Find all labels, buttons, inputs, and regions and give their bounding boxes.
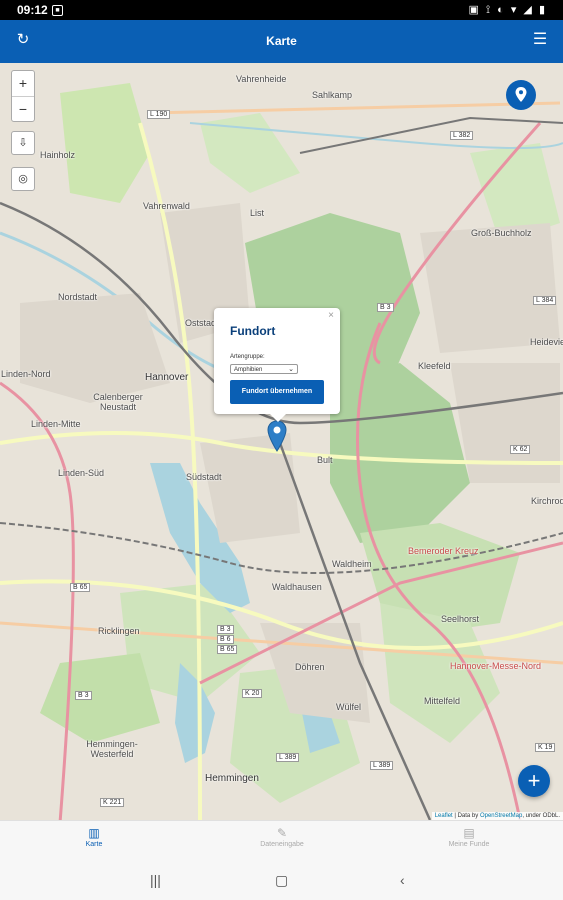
road-badge: L 389: [370, 761, 394, 770]
map-label: Vahrenheide: [236, 74, 287, 84]
back-icon[interactable]: ‹: [400, 872, 405, 888]
system-navigation-bar: ||| ▢ ‹: [0, 864, 563, 900]
nav-item-karte[interactable]: ▥ Karte: [34, 825, 154, 848]
map-label: Kleefeld: [418, 361, 451, 371]
road-badge: B 6: [217, 635, 234, 644]
map-label: Bult: [317, 455, 333, 465]
road-badge: B 65: [70, 583, 91, 592]
road-badge: L 389: [276, 753, 300, 762]
map-label: Seelhorst: [441, 614, 480, 624]
osm-link[interactable]: OpenStreetMap: [480, 813, 522, 819]
nav-item-meine-funde[interactable]: ▤ Meine Funde: [409, 825, 529, 848]
chevron-down-icon: ⌄: [288, 366, 294, 373]
app-bar: ↻ Karte ☰: [0, 20, 563, 63]
status-bar: 09:12 ■ ▣ ⟟ ◐ ▾ ◢ ▮: [0, 0, 563, 20]
road-badge: B 3: [377, 303, 394, 312]
road-badge: B 65: [217, 645, 238, 654]
zoom-control: + −: [11, 70, 35, 122]
add-button[interactable]: +: [518, 765, 550, 797]
nav-label: Karte: [85, 841, 103, 848]
map-label: List: [250, 208, 265, 218]
road-badge: K 62: [510, 445, 531, 454]
road-badge: K 19: [535, 743, 556, 752]
map-label: Ricklingen: [98, 626, 140, 636]
map-icon: ▥: [88, 826, 100, 840]
map-label: Hannover-Messe-Nord: [450, 661, 542, 671]
species-group-select[interactable]: Amphibien ⌄: [230, 364, 298, 374]
bottom-navigation: ▥ Karte ✎ Dateneingabe ▤ Meine Funde: [0, 820, 563, 865]
recents-icon[interactable]: |||: [150, 872, 161, 888]
map-label: Waldhausen: [272, 582, 322, 592]
nav-label: Dateneingabe: [260, 841, 304, 848]
download-icon: ⇩: [18, 137, 28, 149]
attribution-text: | Data by: [452, 813, 480, 819]
map-label: Calenberger Neustadt: [93, 392, 143, 412]
map-label: Linden-Süd: [58, 468, 105, 478]
road-badge: L 384: [533, 296, 557, 305]
zoom-out-button[interactable]: −: [12, 97, 34, 122]
map-label: Wülfel: [336, 702, 362, 712]
road-badge: K 221: [100, 798, 125, 807]
home-icon[interactable]: ▢: [275, 872, 288, 889]
nav-item-dateneingabe[interactable]: ✎ Dateneingabe: [222, 825, 342, 848]
map-label: Döhren: [295, 662, 325, 672]
locate-button[interactable]: ◎: [11, 167, 35, 191]
map-label: Groß-Buchholz: [471, 228, 532, 238]
road-badge: B 3: [75, 691, 92, 700]
road-badge: B 3: [217, 625, 234, 634]
draw-marker-button[interactable]: ⇩: [11, 131, 35, 155]
map-label: Waldheim: [332, 559, 372, 569]
map-label: Heideviertel: [530, 337, 563, 347]
species-group-value: Amphibien: [234, 367, 263, 373]
license-text: , under ODbL.: [522, 813, 560, 819]
map-label: Mittelfeld: [424, 696, 461, 706]
confirm-location-button[interactable]: Fundort übernehmen: [230, 380, 324, 404]
map-marker-icon[interactable]: [266, 420, 288, 452]
map-label: Hemmingen-Westerfeld: [86, 739, 138, 759]
map-label: Nordstadt: [58, 292, 98, 302]
list-icon: ▤: [463, 826, 475, 840]
species-group-label: Artengruppe:: [230, 354, 265, 360]
location-pin-icon: [515, 87, 527, 102]
status-icons: ▣ ⟟ ◐ ▾ ◢ ▮: [468, 4, 547, 16]
map-label: Kirchrode: [531, 496, 563, 506]
road-badge: L 382: [450, 131, 474, 140]
map-label: Hannover: [145, 372, 189, 383]
map-label: Linden-Mitte: [31, 419, 81, 429]
menu-icon[interactable]: ☰: [531, 31, 549, 49]
popup-title: Fundort: [230, 324, 276, 338]
page-title: Karte: [266, 34, 297, 48]
map-view[interactable]: Vahrenheide Sahlkamp Hainholz Vahrenwald…: [0, 63, 563, 820]
fundort-popup: × Fundort Artengruppe: Amphibien ⌄ Fundo…: [214, 308, 340, 422]
map-label: Hainholz: [40, 150, 76, 160]
popup-close-button[interactable]: ×: [328, 310, 334, 321]
map-label: Sahlkamp: [312, 90, 353, 100]
road-badge: K 20: [242, 689, 263, 698]
road-badge: L 190: [147, 110, 171, 119]
location-button[interactable]: [506, 80, 536, 110]
map-label: Hemmingen: [205, 773, 259, 784]
map-label: Südstadt: [186, 472, 222, 482]
leaflet-link[interactable]: Leaflet: [435, 813, 453, 819]
status-time: 09:12: [17, 3, 48, 17]
map-label: Linden-Nord: [1, 369, 51, 379]
map-label: Bemeroder Kreuz: [408, 546, 479, 556]
nav-label: Meine Funde: [448, 841, 490, 848]
compass-icon: ◎: [18, 173, 28, 185]
zoom-in-button[interactable]: +: [12, 71, 34, 97]
map-attribution: Leaflet | Data by OpenStreetMap, under O…: [431, 812, 563, 820]
edit-icon: ✎: [276, 826, 288, 840]
map-label: Vahrenwald: [143, 201, 190, 211]
notification-icon: ■: [52, 5, 63, 16]
